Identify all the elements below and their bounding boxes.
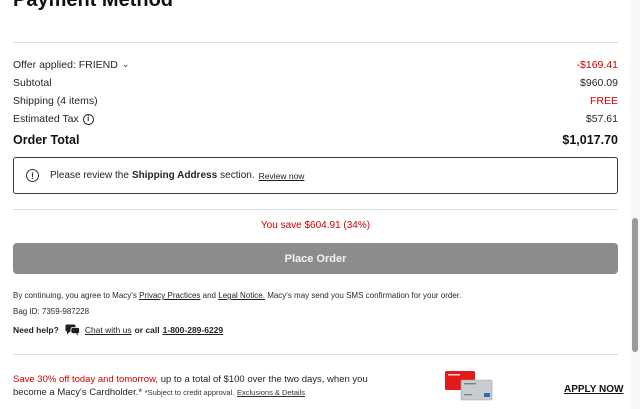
legal-pre: By continuing, you agree to Macy's xyxy=(13,291,137,300)
legal-text: By continuing, you agree to Macy's Priva… xyxy=(13,291,618,300)
shipping-value: FREE xyxy=(589,95,618,107)
exclusions-details-link[interactable]: Exclusions & Details xyxy=(237,388,305,397)
alert-text-post: section. xyxy=(220,170,255,181)
bag-id: Bag ID: 7359-987228 xyxy=(13,307,90,316)
apply-now-link[interactable]: APPLY NOW xyxy=(564,384,623,395)
cardholder-promo: Save 30% off today and tomorrow, up to a… xyxy=(13,373,433,399)
privacy-practices-link[interactable]: Privacy Practices xyxy=(139,291,200,300)
order-total-label: Order Total xyxy=(13,133,80,147)
phone-link[interactable]: 1-800-289-6229 xyxy=(163,325,224,335)
subtotal-label: Subtotal xyxy=(13,77,52,89)
order-total-row: Order Total $1,017.70 xyxy=(13,132,618,148)
info-icon[interactable]: i xyxy=(82,113,94,125)
tax-label: Estimated Tax xyxy=(13,113,79,125)
offer-row: Offer applied: FRIEND ⌄ -$169.41 xyxy=(13,57,618,73)
alert-icon: ! xyxy=(26,169,39,182)
offer-toggle[interactable]: Offer applied: FRIEND ⌄ xyxy=(13,58,130,72)
promo-subject: *Subject to credit approval. xyxy=(144,388,235,397)
promo-highlight: Save 30% off today and tomorrow, xyxy=(13,374,159,385)
scrollbar-thumb[interactable] xyxy=(632,218,638,352)
chevron-down-icon: ⌄ xyxy=(121,58,130,69)
checkout-summary-panel: Payment Method Offer applied: FRIEND ⌄ -… xyxy=(0,0,630,409)
legal-and: and xyxy=(202,291,217,300)
tax-row: Estimated Tax i $57.61 xyxy=(13,111,618,127)
or-call-label: or call xyxy=(134,325,160,335)
divider xyxy=(13,354,618,355)
divider xyxy=(13,42,618,43)
shipping-address-alert: ! Please review the Shipping Address sec… xyxy=(13,157,618,194)
legal-notice-link[interactable]: Legal Notice. xyxy=(218,291,265,300)
divider xyxy=(13,209,618,210)
promo-text-2: become a Macy's Cardholder.* xyxy=(13,387,143,398)
payment-method-heading: Payment Method xyxy=(13,0,174,11)
place-order-button[interactable]: Place Order xyxy=(13,243,618,274)
legal-post: Macy's may send you SMS confirmation for… xyxy=(267,291,462,300)
credit-card-image xyxy=(445,371,493,401)
order-total-value: $1,017.70 xyxy=(562,133,618,147)
savings-text: You save $604.91 (34%) xyxy=(260,220,371,231)
alert-text-pre: Please review the xyxy=(50,170,129,181)
promo-text-1: up to a total of $100 over the two days,… xyxy=(160,374,368,385)
need-help-label: Need help? xyxy=(13,325,59,335)
shipping-label: Shipping (4 items) xyxy=(13,95,98,107)
alert-text-bold: Shipping Address xyxy=(131,170,218,181)
tax-value: $57.61 xyxy=(585,113,618,125)
offer-value: -$169.41 xyxy=(576,59,618,71)
chat-icon xyxy=(65,324,80,336)
scrollbar[interactable] xyxy=(630,0,640,409)
offer-label: Offer applied: FRIEND xyxy=(13,59,118,71)
subtotal-value: $960.09 xyxy=(580,77,618,89)
shipping-row: Shipping (4 items) FREE xyxy=(13,93,618,109)
subtotal-row: Subtotal $960.09 xyxy=(13,75,618,91)
review-now-link[interactable]: Review now xyxy=(259,171,305,181)
chat-with-us-link[interactable]: Chat with us xyxy=(85,325,132,335)
help-row: Need help? Chat with us or call 1-800-28… xyxy=(13,323,223,337)
